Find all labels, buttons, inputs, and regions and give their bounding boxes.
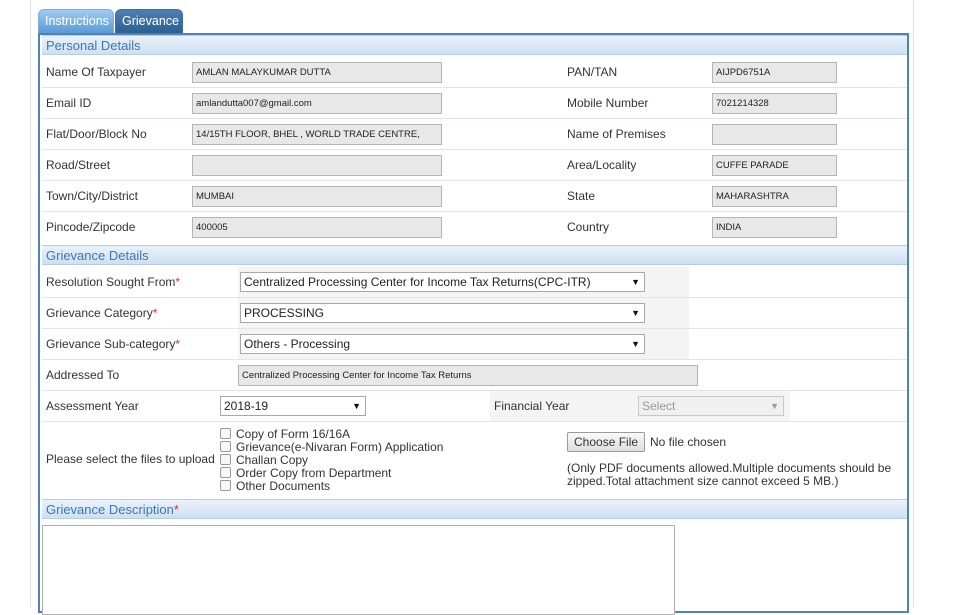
- ay-label: Assessment Year: [46, 399, 139, 413]
- pin-field[interactable]: 400005: [192, 217, 442, 238]
- email-label: Email ID: [46, 96, 92, 110]
- financial-year-select[interactable]: Select ▼: [638, 396, 784, 416]
- required-marker: *: [173, 502, 179, 517]
- assessment-year-select[interactable]: 2018-19 ▼: [220, 396, 366, 416]
- row-resolution: Resolution Sought From* Centralized Proc…: [42, 267, 907, 298]
- name-label: Name Of Taxpayer: [46, 65, 146, 79]
- checkbox-label: Challan Copy: [236, 453, 309, 467]
- resolution-label: Resolution Sought From*: [46, 275, 181, 289]
- state-label: State: [567, 189, 596, 203]
- upload-note: (Only PDF documents allowed.Multiple doc…: [567, 461, 892, 488]
- checkbox-label: Grievance(e-Nivaran Form) Application: [236, 440, 444, 454]
- fy-label: Financial Year: [494, 399, 570, 413]
- town-label: Town/City/District: [46, 189, 139, 203]
- no-file-status: No file chosen: [650, 435, 727, 449]
- road-label: Road/Street: [46, 158, 111, 172]
- grievance-description-textarea[interactable]: [42, 525, 675, 615]
- section-grievance-description: Grievance Description*: [42, 499, 907, 519]
- row-subcategory: Grievance Sub-category* Others - Process…: [42, 329, 907, 360]
- row-category: Grievance Category* PROCESSING ▼: [42, 298, 907, 329]
- checkbox-enivaran[interactable]: Grievance(e-Nivaran Form) Application: [220, 440, 443, 454]
- pan-field[interactable]: AIJPD6751A: [712, 62, 837, 83]
- checkbox-order-copy[interactable]: Order Copy from Department: [220, 466, 391, 480]
- fy-value: Select: [642, 399, 676, 413]
- country-field[interactable]: INDIA: [712, 217, 837, 238]
- section-personal-details: Personal Details: [42, 35, 907, 55]
- row-years: Assessment Year 2018-19 ▼ Financial Year…: [42, 391, 907, 422]
- checkbox-icon: [220, 467, 231, 478]
- flat-field[interactable]: 14/15TH FLOOR, BHEL , WORLD TRADE CENTRE…: [192, 124, 442, 145]
- resolution-select[interactable]: Centralized Processing Center for Income…: [240, 272, 645, 292]
- area-field[interactable]: CUFFE PARADE: [712, 155, 837, 176]
- checkbox-other-docs[interactable]: Other Documents: [220, 479, 330, 493]
- subcategory-label: Grievance Sub-category*: [46, 337, 181, 351]
- choose-file-button[interactable]: Choose File: [567, 432, 646, 452]
- checkbox-form16[interactable]: Copy of Form 16/16A: [220, 427, 350, 441]
- row-flat-premises: Flat/Door/Block No 14/15TH FLOOR, BHEL ,…: [42, 119, 907, 150]
- chevron-down-icon: ▼: [770, 401, 779, 411]
- upload-label: Please select the files to upload: [46, 452, 215, 466]
- premises-field[interactable]: [712, 124, 837, 145]
- addressed-field[interactable]: Centralized Processing Center for Income…: [238, 365, 698, 386]
- chevron-down-icon: ▼: [352, 401, 361, 411]
- row-pin-country: Pincode/Zipcode 400005 Country INDIA: [42, 212, 907, 243]
- checkbox-icon: [220, 441, 231, 452]
- section-grievance-details: Grievance Details: [42, 245, 907, 265]
- row-upload: Please select the files to upload Copy o…: [42, 422, 907, 498]
- mobile-label: Mobile Number: [567, 96, 649, 110]
- checkbox-label: Copy of Form 16/16A: [236, 427, 351, 441]
- chevron-down-icon: ▼: [631, 277, 640, 287]
- category-select[interactable]: PROCESSING ▼: [240, 303, 645, 323]
- required-marker: *: [175, 275, 181, 289]
- subcategory-select[interactable]: Others - Processing ▼: [240, 334, 645, 354]
- checkbox-challan[interactable]: Challan Copy: [220, 453, 308, 467]
- grievance-form-panel: Personal Details Name Of Taxpayer AMLAN …: [38, 33, 909, 615]
- country-label: Country: [567, 220, 610, 234]
- checkbox-icon: [220, 428, 231, 439]
- road-field[interactable]: [192, 155, 442, 176]
- town-field[interactable]: MUMBAI: [192, 186, 442, 207]
- category-label: Grievance Category*: [46, 306, 158, 320]
- row-town-state: Town/City/District MUMBAI State MAHARASH…: [42, 181, 907, 212]
- row-road-area: Road/Street Area/Locality CUFFE PARADE: [42, 150, 907, 181]
- category-value: PROCESSING: [244, 306, 325, 320]
- name-field[interactable]: AMLAN MALAYKUMAR DUTTA: [192, 62, 442, 83]
- row-name-pan: Name Of Taxpayer AMLAN MALAYKUMAR DUTTA …: [42, 57, 907, 88]
- pin-label: Pincode/Zipcode: [46, 220, 136, 234]
- chevron-down-icon: ▼: [631, 308, 640, 318]
- row-addressed: Addressed To Centralized Processing Cent…: [42, 360, 907, 391]
- required-marker: *: [175, 337, 181, 351]
- addressed-label: Addressed To: [46, 368, 120, 382]
- email-field[interactable]: amlandutta007@gmail.com: [192, 93, 442, 114]
- page-left-border: [30, 0, 31, 607]
- area-label: Area/Locality: [567, 158, 637, 172]
- row-email-mobile: Email ID amlandutta007@gmail.com Mobile …: [42, 88, 907, 119]
- checkbox-label: Other Documents: [236, 479, 331, 493]
- page-right-border: [913, 0, 914, 607]
- premises-label: Name of Premises: [567, 127, 666, 141]
- state-field[interactable]: MAHARASHTRA: [712, 186, 837, 207]
- checkbox-icon: [220, 454, 231, 465]
- flat-label: Flat/Door/Block No: [46, 127, 147, 141]
- required-marker: *: [152, 306, 158, 320]
- mobile-field[interactable]: 7021214328: [712, 93, 837, 114]
- chevron-down-icon: ▼: [631, 339, 640, 349]
- ay-value: 2018-19: [224, 399, 269, 413]
- subcategory-value: Others - Processing: [244, 337, 351, 351]
- tab-instructions[interactable]: Instructions: [38, 9, 114, 33]
- checkbox-icon: [220, 480, 231, 491]
- checkbox-label: Order Copy from Department: [236, 466, 392, 480]
- pan-label: PAN/TAN: [567, 65, 618, 79]
- resolution-value: Centralized Processing Center for Income…: [244, 275, 591, 289]
- tab-grievance[interactable]: Grievance: [115, 9, 183, 33]
